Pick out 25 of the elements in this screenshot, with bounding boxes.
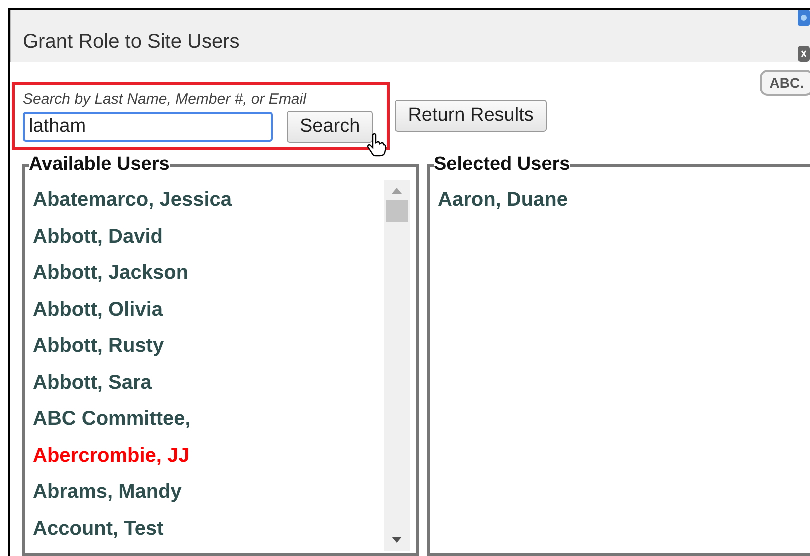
user-item[interactable]: Abbott, David [33,218,376,255]
user-item[interactable]: Aaron, Duane [438,182,802,218]
panel-title: Available Users [29,154,170,176]
user-item[interactable]: Abbott, Rusty [33,328,376,364]
abc-button[interactable]: ABC. [760,70,810,96]
scroll-up-icon[interactable] [392,188,402,194]
scrollbar[interactable] [384,180,410,551]
user-item[interactable]: ABC Committee, [33,401,376,438]
user-item[interactable]: Account, Test [33,510,376,547]
search-field[interactable]: latham [23,112,273,142]
panel-title: Selected Users [434,154,570,176]
window-title: Grant Role to Site Users [23,30,240,54]
hand-cursor-icon [367,133,387,157]
scroll-thumb[interactable] [386,200,408,222]
search-button[interactable]: Search [287,111,374,143]
user-item[interactable]: Abbott, Jackson [33,255,376,292]
return-results-button[interactable]: Return Results [395,100,547,132]
user-item[interactable]: Abercrombie, JJ [33,438,376,474]
search-label: Search by Last Name, Member #, or Email [23,91,308,108]
user-item[interactable]: Abrams, Mandy [33,474,376,510]
user-item[interactable]: Abatemarco, Jessica [33,182,376,218]
close-icon[interactable] [798,46,810,62]
user-item[interactable]: Abbott, Olivia [33,292,376,328]
user-item[interactable]: Abbott, Sara [33,364,376,401]
scroll-down-icon[interactable] [392,537,402,543]
